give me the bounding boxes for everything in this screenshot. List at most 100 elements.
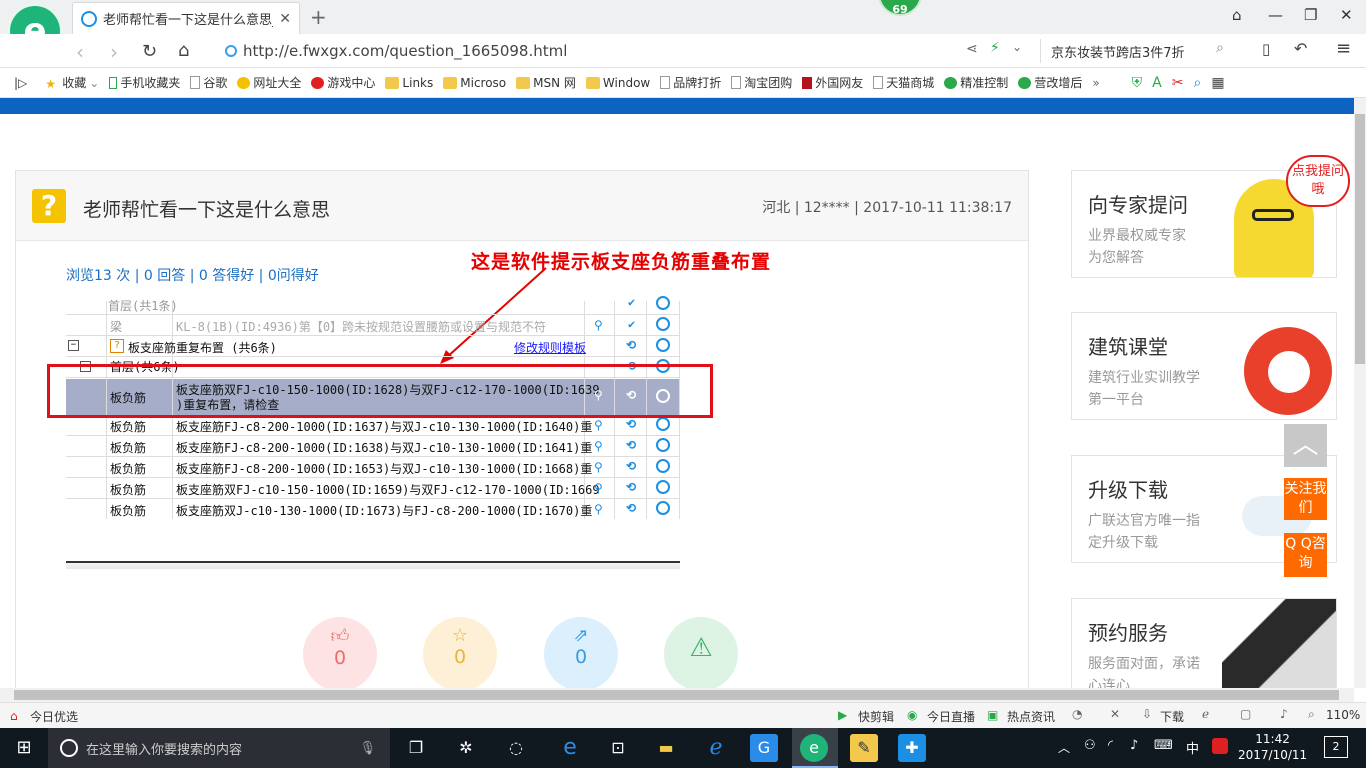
phone-icon[interactable]: ▯	[1262, 40, 1270, 58]
share-icon[interactable]: ⋖	[966, 41, 978, 57]
task-view-icon[interactable]: ❐	[402, 734, 430, 762]
vertical-scrollbar[interactable]	[1354, 98, 1366, 688]
bookmark-item[interactable]: 天猫商城	[873, 74, 934, 91]
more-bookmarks-icon[interactable]: »	[1092, 76, 1099, 90]
like-button[interactable]: 👍︎ 0	[303, 617, 377, 691]
bookmark-item[interactable]: 游戏中心	[311, 74, 375, 91]
grid-icon[interactable]: ▦	[1211, 75, 1224, 91]
ime-indicator[interactable]: 中	[1186, 738, 1199, 757]
refresh-icon[interactable]: ⟲	[626, 480, 636, 494]
bookmark-item[interactable]: Window	[585, 76, 650, 90]
mic-icon[interactable]: 🎙︎	[359, 741, 376, 756]
qq-consult-button[interactable]: Q Q咨询	[1284, 533, 1327, 577]
locate-icon[interactable]: ⚲	[594, 481, 603, 495]
store-icon[interactable]: ⊡	[604, 734, 632, 762]
bookmark-item[interactable]: 手机收藏夹	[109, 74, 180, 91]
table-row[interactable]: 板负筋 板支座筋FJ-c8-200-1000(ID:1637)与双J-c10-1…	[66, 415, 680, 436]
window-icon[interactable]: ▢	[1240, 707, 1251, 721]
keyboard-icon[interactable]: ⌨	[1154, 738, 1173, 753]
browser-tab[interactable]: 老师帮忙看一下这是什么意思_广 ✕	[72, 2, 300, 34]
ignore-icon[interactable]	[656, 438, 670, 452]
bookmark-item[interactable]: 外国网友	[802, 74, 863, 91]
status-item[interactable]: 快剪辑	[858, 708, 894, 725]
undo-icon[interactable]: ↶	[1294, 39, 1307, 58]
table-row[interactable]: 梁 KL-8(1B)(ID:4936)第【0】跨未按规范设置腰筋或设置与规范不符…	[66, 315, 680, 336]
locate-icon[interactable]: ⚲	[594, 318, 603, 332]
tool-icon[interactable]: ✚	[898, 734, 926, 762]
bookmark-item[interactable]: 品牌打折	[660, 74, 721, 91]
ie-icon[interactable]: ℯ	[702, 734, 730, 762]
bookmark-item[interactable]: Microso	[443, 76, 506, 90]
bookmark-item[interactable]: 网址大全	[237, 74, 301, 91]
url-field[interactable]: http://e.fwxgx.com/question_1665098.html	[225, 39, 1035, 63]
wifi-icon[interactable]: ◜	[1108, 738, 1113, 753]
new-tab-button[interactable]: +	[310, 5, 327, 29]
minimize-button[interactable]: —	[1268, 6, 1283, 24]
locate-icon[interactable]: ⚲	[594, 439, 603, 453]
ignore-icon[interactable]	[656, 480, 670, 494]
app-icon[interactable]: ◌	[502, 734, 530, 762]
shirt-icon[interactable]: ⌂	[1232, 6, 1242, 24]
maximize-button[interactable]: ❐	[1304, 6, 1317, 24]
today-picks-link[interactable]: 今日优选	[30, 708, 78, 725]
close-tab-icon[interactable]: ✕	[279, 11, 291, 27]
forward-button[interactable]: ›	[110, 40, 118, 64]
search-icon[interactable]: ⌕	[1216, 40, 1224, 56]
share-button[interactable]: ⇗ 0	[544, 617, 618, 691]
favorite-button[interactable]: ☆ 0	[423, 617, 497, 691]
collapse-icon[interactable]: −	[68, 340, 79, 351]
volume-icon[interactable]: ♪	[1130, 738, 1138, 753]
notes-icon[interactable]: ✎	[850, 734, 878, 762]
tray-up-icon[interactable]: ︿	[1058, 739, 1070, 756]
locate-icon[interactable]: ⚲	[594, 460, 603, 474]
speed-icon[interactable]: ◔	[1072, 707, 1082, 721]
ie-mode-icon[interactable]: ℯ	[1202, 707, 1209, 721]
browser-taskbar-icon[interactable]: e	[800, 734, 828, 762]
bolt-icon[interactable]: ⚡	[990, 40, 1000, 56]
people-icon[interactable]: ⚇	[1084, 738, 1096, 753]
question-stats[interactable]: 浏览13 次 | 0 回答 | 0 答得好 | 0问得好	[66, 265, 319, 285]
follow-us-button[interactable]: 关注我们	[1284, 478, 1327, 520]
clock[interactable]: 11:42 2017/10/11	[1238, 731, 1307, 763]
ignore-icon[interactable]	[656, 459, 670, 473]
bookmark-item[interactable]: ★ 收藏 ⌄	[45, 74, 99, 91]
refresh-icon[interactable]: ⟲	[626, 501, 636, 515]
home-button[interactable]: ⌂	[178, 40, 189, 61]
refresh-button[interactable]: ↻	[142, 41, 157, 62]
sogou-icon[interactable]	[1212, 738, 1228, 754]
taskbar-search[interactable]: 在这里输入你要搜索的内容 🎙︎	[48, 728, 390, 768]
refresh-icon[interactable]: ⟲	[626, 459, 636, 473]
locate-icon[interactable]: ⚲	[594, 418, 603, 432]
back-button[interactable]: ‹	[76, 40, 84, 64]
table-row[interactable]: − ? 板支座筋重复布置 (共6条) 修改规则模板 ⟲	[66, 336, 680, 357]
ignore-icon[interactable]	[656, 296, 670, 310]
bookmark-item[interactable]: 营改增后	[1018, 74, 1082, 91]
ask-bubble[interactable]: 点我提问哦	[1286, 155, 1350, 207]
ignore-icon[interactable]	[656, 501, 670, 515]
refresh-icon[interactable]: ⟲	[626, 438, 636, 452]
start-button[interactable]: ⊞	[0, 728, 48, 768]
shield-icon[interactable]: ⛨	[1132, 75, 1143, 91]
ignore-icon[interactable]	[656, 317, 670, 331]
scrollbar-thumb[interactable]	[14, 690, 1339, 700]
table-row[interactable]: 板负筋 板支座筋双FJ-c10-150-1000(ID:1659)与双FJ-c1…	[66, 478, 680, 499]
chevron-down-icon[interactable]: ⌄	[1012, 40, 1022, 54]
ignore-icon[interactable]	[656, 338, 670, 352]
notification-center-icon[interactable]: 2	[1324, 736, 1348, 758]
bookmark-item[interactable]: 淘宝团购	[731, 74, 792, 91]
service-card[interactable]: 预约服务 服务面对面，承诺心连心	[1071, 598, 1337, 690]
tools-icon[interactable]: ✕	[1110, 707, 1120, 721]
sidebar-toggle-icon[interactable]: |▷	[14, 76, 27, 90]
edge-icon[interactable]: e	[556, 734, 584, 762]
app-icon[interactable]: ✲	[452, 734, 480, 762]
status-item[interactable]: 热点资讯	[1007, 708, 1055, 725]
bookmark-item[interactable]: 精准控制	[944, 74, 1008, 91]
download-link[interactable]: 下载	[1160, 708, 1184, 725]
zoom-level[interactable]: 110%	[1326, 708, 1360, 722]
scissors-icon[interactable]: ✂	[1172, 75, 1184, 91]
check-icon[interactable]: ✔	[628, 317, 635, 331]
app-g-icon[interactable]: G	[750, 734, 778, 762]
table-row[interactable]: 板负筋 板支座筋FJ-c8-200-1000(ID:1638)与双J-c10-1…	[66, 436, 680, 457]
magnifier-icon[interactable]: ⌕	[1193, 75, 1201, 91]
bookmark-item[interactable]: MSN 网	[516, 74, 576, 91]
